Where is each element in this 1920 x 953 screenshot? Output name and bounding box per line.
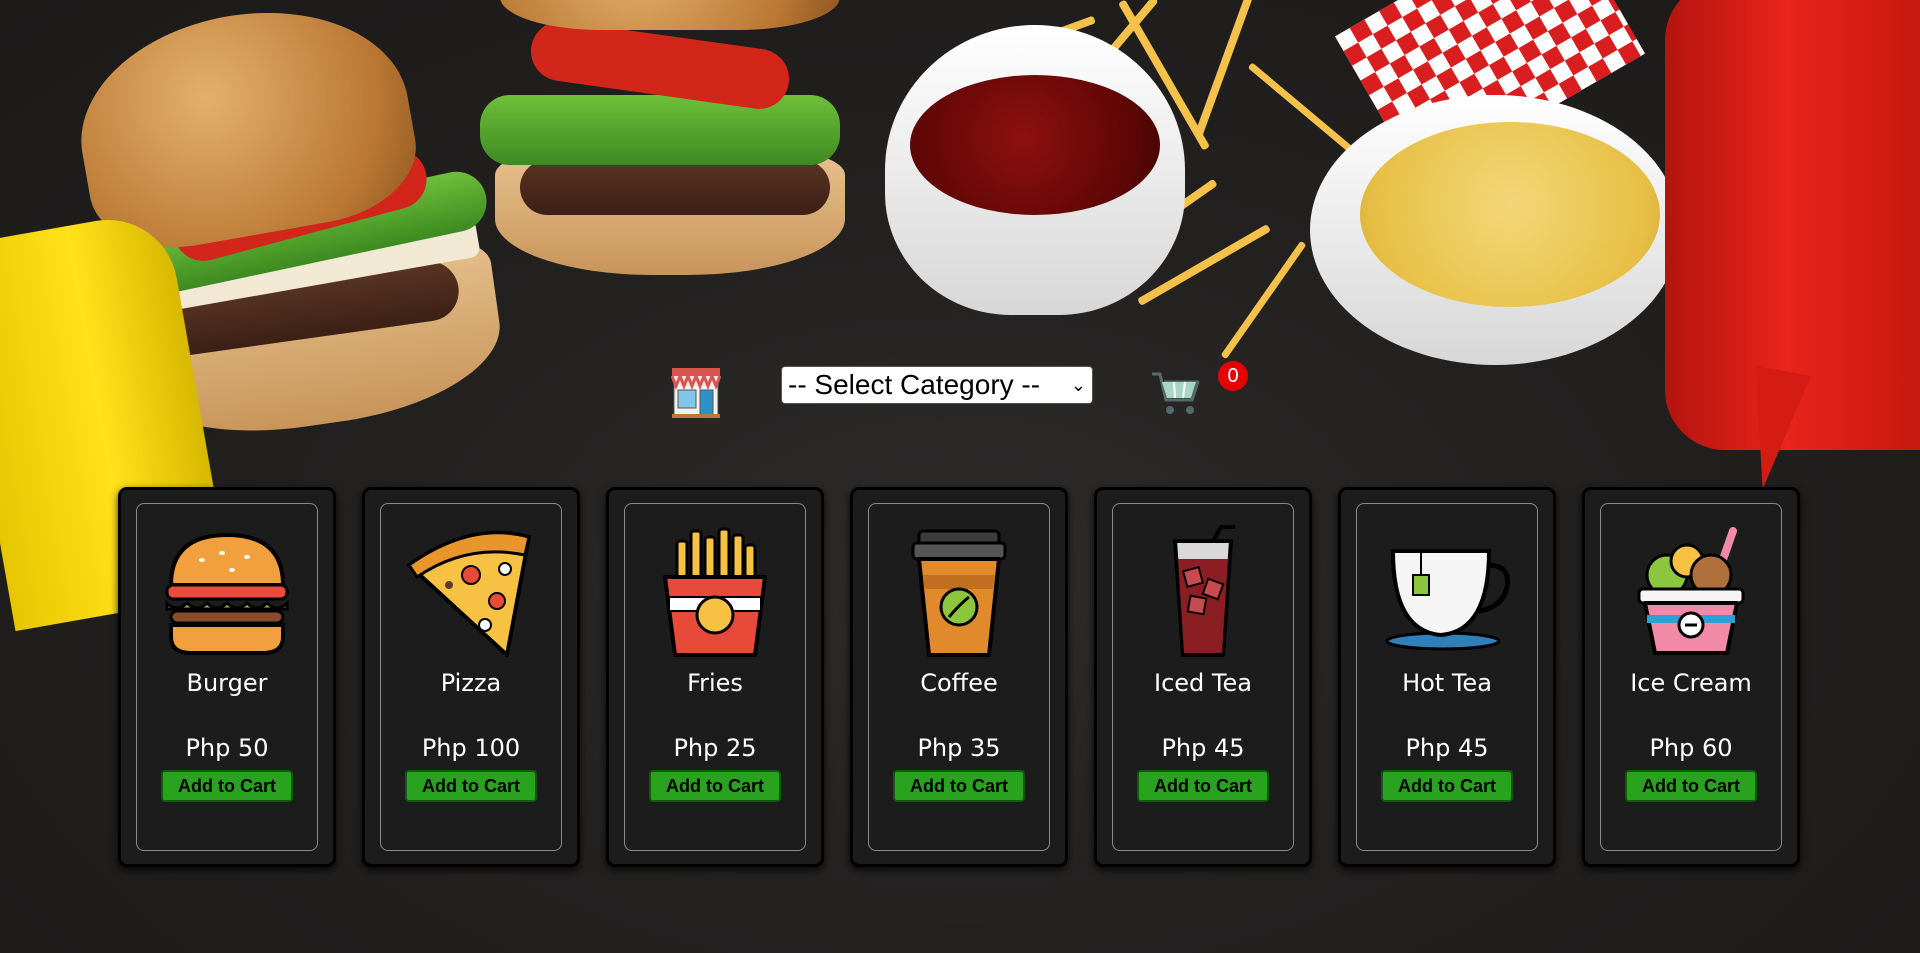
add-to-cart-button[interactable]: Add to Cart xyxy=(1625,770,1757,802)
coffee-cup-icon xyxy=(889,525,1029,659)
product-name: Iced Tea xyxy=(1154,669,1252,697)
category-select-value: -- Select Category -- xyxy=(788,369,1041,400)
product-price: Php 45 xyxy=(1405,734,1489,762)
product-card-burger: Burger Php 50 Add to Cart xyxy=(118,487,336,867)
add-to-cart-button[interactable]: Add to Cart xyxy=(893,770,1025,802)
product-name: Burger xyxy=(186,669,268,697)
fries-icon xyxy=(645,525,785,659)
product-price: Php 100 xyxy=(421,734,521,762)
store-icon[interactable] xyxy=(668,360,724,418)
product-card-ice-cream: Ice Cream Php 60 Add to Cart xyxy=(1582,487,1800,867)
toolbar: -- Select Category -- ⌄ 0 xyxy=(0,360,1920,420)
product-card-fries: Fries Php 25 Add to Cart xyxy=(606,487,824,867)
product-price: Php 25 xyxy=(673,734,757,762)
shopping-cart-icon[interactable] xyxy=(1148,364,1204,420)
cart-count-badge: 0 xyxy=(1218,361,1248,391)
product-card-hot-tea: Hot Tea Php 45 Add to Cart xyxy=(1338,487,1556,867)
product-price: Php 60 xyxy=(1649,734,1733,762)
add-to-cart-button[interactable]: Add to Cart xyxy=(1137,770,1269,802)
add-to-cart-button[interactable]: Add to Cart xyxy=(161,770,293,802)
ice-cream-cup-icon xyxy=(1621,525,1761,659)
product-price: Php 35 xyxy=(917,734,1001,762)
add-to-cart-button[interactable]: Add to Cart xyxy=(1381,770,1513,802)
burger-icon xyxy=(157,525,297,659)
iced-tea-glass-icon xyxy=(1133,525,1273,659)
product-name: Hot Tea xyxy=(1402,669,1492,697)
add-to-cart-button[interactable]: Add to Cart xyxy=(405,770,537,802)
product-card-pizza: Pizza Php 100 Add to Cart xyxy=(362,487,580,867)
product-name: Pizza xyxy=(440,669,502,697)
product-name: Coffee xyxy=(920,669,998,697)
chevron-down-icon: ⌄ xyxy=(1070,374,1086,395)
product-card-iced-tea: Iced Tea Php 45 Add to Cart xyxy=(1094,487,1312,867)
product-name: Ice Cream xyxy=(1630,669,1752,697)
product-list: Burger Php 50 Add to Cart Pizza Php 100 … xyxy=(118,487,1800,867)
pizza-slice-icon xyxy=(401,525,541,659)
category-select[interactable]: -- Select Category -- ⌄ xyxy=(781,366,1093,404)
add-to-cart-button[interactable]: Add to Cart xyxy=(649,770,781,802)
tea-cup-icon xyxy=(1377,525,1517,659)
product-card-coffee: Coffee Php 35 Add to Cart xyxy=(850,487,1068,867)
product-price: Php 45 xyxy=(1161,734,1245,762)
product-name: Fries xyxy=(687,669,743,697)
product-price: Php 50 xyxy=(185,734,269,762)
